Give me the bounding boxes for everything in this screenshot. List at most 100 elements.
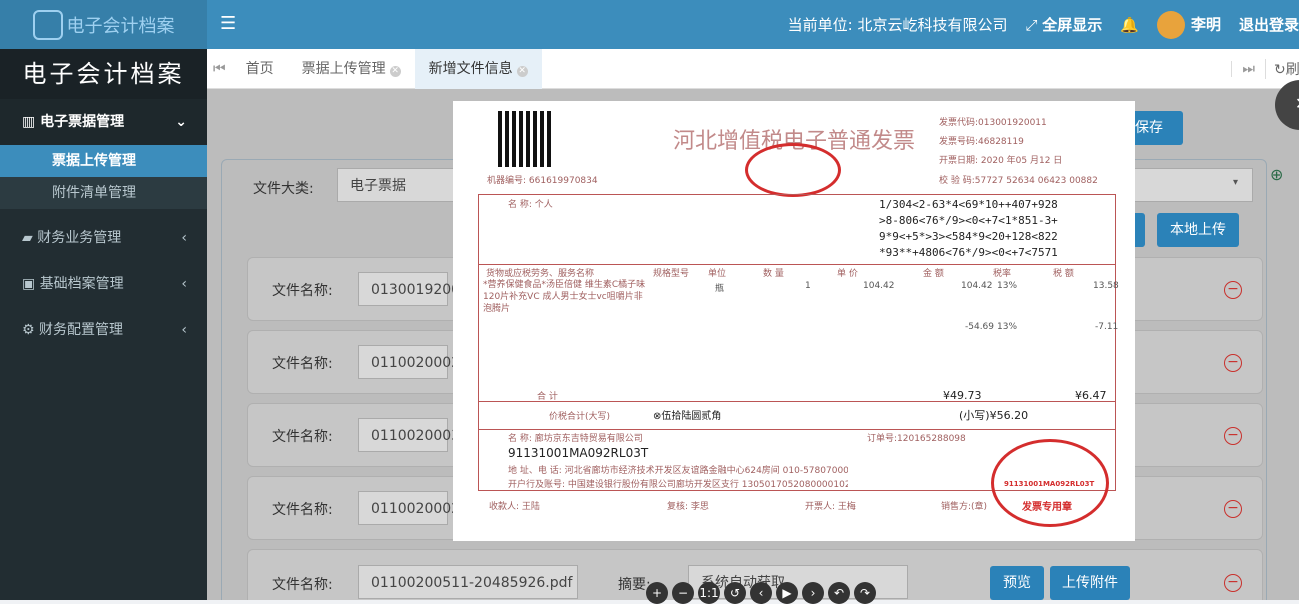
file-name-label: 文件名称: xyxy=(272,429,333,445)
buyer-name: 名 称: 个人 xyxy=(508,200,553,210)
tax-header: 税 额 xyxy=(1053,269,1074,279)
goods-description: *营养保健食品*汤臣倍健 维生素C橘子味120片补充VC 成人男士女士vc咀嚼片… xyxy=(483,280,646,314)
rate-header: 税率 xyxy=(993,269,1012,279)
user-menu[interactable]: 李明 xyxy=(1156,10,1221,39)
chevron-left-icon: ‹ xyxy=(181,230,187,246)
fullscreen-button[interactable]: ⤢ 全屏显示 xyxy=(1025,14,1102,35)
amount: 104.42 xyxy=(961,281,993,291)
logo-icon xyxy=(32,9,63,40)
order-number: 订单号:120165288098 xyxy=(867,434,966,444)
total-words-label: 价税合计(大写) xyxy=(549,412,611,422)
payee: 收款人: 王陆 xyxy=(489,502,540,512)
sidebar-item-finance[interactable]: ▰ 财务业务管理 ‹ xyxy=(0,215,207,261)
seller-id: 91131001MA092RL03T xyxy=(508,446,649,460)
tab-bar: ⏮ 首页 票据上传管理✕ 新增文件信息✕ ⏭ ↻刷新 xyxy=(207,48,1299,89)
tax-stamp xyxy=(745,143,841,197)
tab-upload[interactable]: 票据上传管理 ✕ xyxy=(288,49,415,89)
avatar xyxy=(1156,10,1185,39)
rotate-right-icon[interactable]: ↷ xyxy=(854,582,876,604)
total-amount: ¥49.73 xyxy=(943,389,982,402)
file-name-input[interactable]: 01100200031 xyxy=(358,418,469,452)
scroll-right-icon[interactable]: ⏭ xyxy=(1231,60,1265,77)
refresh-button[interactable]: ↻刷新 xyxy=(1265,58,1299,79)
sidebar-item-config[interactable]: ⚙ 财务配置管理 ‹ xyxy=(0,307,207,353)
spec-header: 规格型号 xyxy=(653,269,690,279)
invoice-preview: 机器编号: 661619970834 河北增值税电子普通发票 发票代码:0130… xyxy=(453,101,1135,541)
tax: 13.58 xyxy=(1093,281,1119,291)
invoice-number: 发票号码:46828119 xyxy=(939,137,1024,147)
remove-row-icon[interactable]: − xyxy=(1224,354,1242,372)
remove-row-icon[interactable]: − xyxy=(1224,500,1242,518)
sidebar-item-basic-archive[interactable]: ▣ 基础档案管理 ‹ xyxy=(0,261,207,307)
seller-signature: 销售方:(章) xyxy=(941,502,988,512)
chevron-left-icon: ‹ xyxy=(181,276,187,292)
remove-row-icon[interactable]: − xyxy=(1224,281,1242,299)
seller-stamp: 91131001MA092RL03T 发票专用章 xyxy=(991,439,1109,527)
close-icon[interactable]: ✕ xyxy=(389,65,401,77)
total-tax: ¥6.47 xyxy=(1075,389,1107,402)
logout-button[interactable]: 退出登录 xyxy=(1239,14,1299,35)
sidebar: 电子会计档案 ▥ 电子票据管理 ⌄ 票据上传管理 附件清单管理 ▰ 财务业务管理… xyxy=(0,49,207,600)
file-name-label: 文件名称: xyxy=(272,283,333,299)
preview-button[interactable]: 预览 xyxy=(990,566,1044,600)
close-icon[interactable]: ✕ xyxy=(516,65,528,77)
sidebar-item-attachment-list[interactable]: 附件清单管理 xyxy=(0,177,207,209)
sidebar-item-invoice-management[interactable]: ▥ 电子票据管理 ⌄ xyxy=(0,99,207,145)
current-unit: 当前单位: 北京云屹科技有限公司 xyxy=(787,16,1008,34)
discount-amount: -54.69 xyxy=(965,322,995,332)
tab-new-file[interactable]: 新增文件信息 ✕ xyxy=(414,48,542,89)
seller-name: 名 称: 廊坊京东吉特贸易有限公司 xyxy=(508,434,643,444)
sidebar-item-upload[interactable]: 票据上传管理 xyxy=(0,145,207,177)
invoice-code: 发票代码:013001920011 xyxy=(939,118,1047,128)
scroll-left-icon[interactable]: ⏮ xyxy=(207,61,232,77)
local-upload-button[interactable]: 本地上传 xyxy=(1157,213,1239,247)
tab-home[interactable]: 首页 xyxy=(232,49,288,89)
app-logo[interactable]: 电子会计档案 xyxy=(0,0,207,49)
total-small: (小写)¥56.20 xyxy=(959,409,1029,422)
zoom-in-icon[interactable]: + xyxy=(646,582,668,604)
zoom-out-icon[interactable]: − xyxy=(672,582,694,604)
book-icon: ▰ xyxy=(22,230,38,246)
file-name-label: 文件名称: xyxy=(272,577,333,593)
menu-toggle-icon[interactable]: ☰ xyxy=(220,13,236,34)
sidebar-title: 电子会计档案 xyxy=(0,49,207,99)
play-icon[interactable]: ▶ xyxy=(776,582,798,604)
header-right: 当前单位: 北京云屹科技有限公司 ⤢ 全屏显示 🔔 李明 退出登录 xyxy=(788,0,1299,49)
top-navbar: 电子会计档案 ☰ 当前单位: 北京云屹科技有限公司 ⤢ 全屏显示 🔔 李明 退出… xyxy=(0,0,1299,49)
reviewer: 复核: 李思 xyxy=(667,502,709,512)
remove-row-icon[interactable]: − xyxy=(1224,574,1242,592)
price: 104.42 xyxy=(863,281,895,291)
upload-attachment-button[interactable]: 上传附件 xyxy=(1050,566,1130,600)
file-name-input[interactable]: 01100200021 xyxy=(358,491,469,525)
remove-row-icon[interactable]: − xyxy=(1224,427,1242,445)
actual-size-icon[interactable]: 1:1 xyxy=(698,582,720,604)
chevron-down-icon: ▾ xyxy=(1233,177,1239,188)
drawer: 开票人: 王梅 xyxy=(805,502,856,512)
next-icon[interactable]: › xyxy=(802,582,824,604)
goods-header: 货物或应税劳务、服务名称 xyxy=(486,269,595,279)
chevron-down-icon: ⌄ xyxy=(175,114,187,130)
reset-icon[interactable]: ↺ xyxy=(724,582,746,604)
prev-icon[interactable]: ‹ xyxy=(750,582,772,604)
file-name-input[interactable]: 01300192001 xyxy=(358,272,469,306)
file-name-input[interactable]: 01100200021 xyxy=(358,345,469,379)
category-label: 文件大类: xyxy=(253,181,314,197)
file-name-label: 文件名称: xyxy=(272,356,333,372)
unit-header: 单位 xyxy=(708,269,727,279)
discount-tax: -7.11 xyxy=(1095,322,1119,332)
bell-icon[interactable]: 🔔 xyxy=(1120,16,1139,34)
rotate-left-icon[interactable]: ↶ xyxy=(828,582,850,604)
file-name-input[interactable]: 01100200511-20485926.pdf xyxy=(358,565,578,599)
chevron-left-icon: ‹ xyxy=(181,322,187,338)
total-label: 合 计 xyxy=(537,392,558,402)
add-circle-icon[interactable]: ⊕ xyxy=(1270,165,1283,184)
unit: 瓶 xyxy=(715,284,725,294)
refresh-icon: ↻ xyxy=(1274,61,1286,78)
cipher-area: 1/304<2-63*4<69*10++407+928 >8-806<76*/9>… xyxy=(879,198,1058,259)
invoice-date: 开票日期: 2020 年05 月12 日 xyxy=(939,156,1063,166)
price-header: 单 价 xyxy=(837,269,858,279)
file-name-label: 文件名称: xyxy=(272,502,333,518)
qr-code xyxy=(498,111,554,167)
amount-header: 金 额 xyxy=(923,269,944,279)
viewer-toolbar: + − 1:1 ↺ ‹ ▶ › ↶ ↷ xyxy=(646,582,880,604)
